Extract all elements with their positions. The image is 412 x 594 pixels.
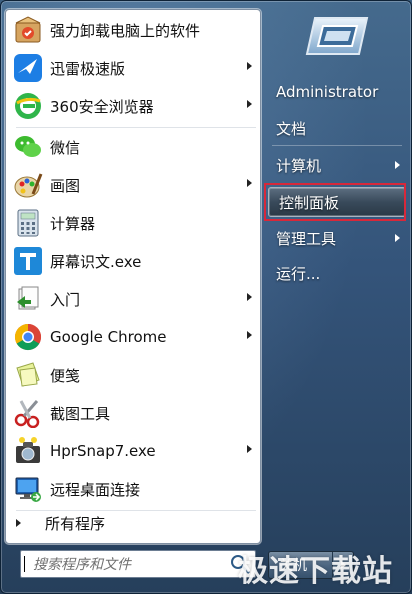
- text-caret: [24, 556, 25, 572]
- menu-item-label: 截图工具: [50, 404, 111, 423]
- 360-browser-icon: [12, 90, 44, 122]
- documents-link[interactable]: 文档: [266, 113, 406, 143]
- menu-item-label: 微信: [50, 138, 81, 157]
- submenu-arrow-icon: [247, 179, 252, 187]
- menu-item-paint[interactable]: 画图: [12, 167, 258, 203]
- thunder-bird-icon: [12, 52, 44, 84]
- scissors-icon: [12, 397, 44, 429]
- user-picture-icon[interactable]: [305, 14, 369, 58]
- right-item-label: 管理工具: [276, 229, 337, 248]
- watermark-text: 极速下载站: [238, 554, 393, 589]
- menu-item-label: HprSnap7.exe: [50, 442, 156, 460]
- all-programs-button[interactable]: 所有程序: [12, 512, 252, 534]
- right-item-label: 运行...: [276, 264, 321, 283]
- menu-item-label: 强力卸载电脑上的软件: [50, 21, 201, 40]
- menu-item-google-chrome[interactable]: Google Chrome: [12, 319, 258, 355]
- expand-arrow-icon: [16, 519, 21, 527]
- run-link[interactable]: 运行...: [266, 258, 406, 288]
- all-programs-label: 所有程序: [45, 514, 106, 533]
- separator: [16, 510, 256, 511]
- menu-item-hprsnap[interactable]: HprSnap7.exe: [12, 433, 258, 469]
- user-name-link[interactable]: Administrator: [266, 77, 406, 107]
- submenu-arrow-icon: [247, 293, 252, 301]
- menu-item-remote-desktop[interactable]: 远程桌面连接: [12, 471, 258, 507]
- camera-icon: [12, 435, 44, 467]
- separator: [272, 145, 402, 146]
- menu-item-snipping-tool[interactable]: 截图工具: [12, 395, 258, 431]
- menu-item-label: 360安全浏览器: [50, 97, 154, 116]
- right-item-label: 计算机: [276, 156, 322, 175]
- submenu-arrow-icon: [247, 62, 252, 70]
- menu-item-label: 计算器: [50, 214, 96, 233]
- programs-list: 强力卸载电脑上的软件 迅雷极速版 360安全浏览器 微信 画图 计算器 屏幕识文…: [5, 9, 261, 544]
- sticky-notes-icon: [12, 359, 44, 391]
- menu-item-label: 便笺: [50, 366, 81, 385]
- menu-item-label: Google Chrome: [50, 328, 167, 346]
- menu-item-label: 迅雷极速版: [50, 59, 126, 78]
- menu-item-calculator[interactable]: 计算器: [12, 205, 258, 241]
- submenu-arrow-icon: [395, 234, 400, 242]
- menu-item-sticky-notes[interactable]: 便笺: [12, 357, 258, 393]
- menu-item-label: 屏幕识文.exe: [50, 252, 142, 271]
- menu-item-uninstaller[interactable]: 强力卸载电脑上的软件: [12, 12, 258, 48]
- menu-item-360-browser[interactable]: 360安全浏览器: [12, 88, 258, 124]
- submenu-arrow-icon: [395, 161, 400, 169]
- right-item-label: 文档: [276, 119, 307, 138]
- separator: [16, 127, 256, 128]
- calculator-icon: [12, 207, 44, 239]
- getting-started-icon: [12, 283, 44, 315]
- menu-item-getting-started[interactable]: 入门: [12, 281, 258, 317]
- menu-item-screen-ocr[interactable]: 屏幕识文.exe: [12, 243, 258, 279]
- menu-item-label: 画图: [50, 176, 81, 195]
- wechat-icon: [12, 131, 44, 163]
- admin-tools-link[interactable]: 管理工具: [266, 223, 406, 253]
- remote-desktop-icon: [12, 473, 44, 505]
- submenu-arrow-icon: [247, 331, 252, 339]
- chrome-icon: [12, 321, 44, 353]
- search-box[interactable]: 搜索程序和文件: [20, 550, 256, 578]
- search-placeholder: 搜索程序和文件: [33, 557, 131, 573]
- paint-palette-icon: [12, 169, 44, 201]
- menu-item-label: 远程桌面连接: [50, 480, 141, 499]
- uninstall-box-icon: [12, 14, 44, 46]
- menu-item-wechat[interactable]: 微信: [12, 129, 258, 165]
- right-item-label: Administrator: [276, 83, 379, 101]
- submenu-arrow-icon: [247, 445, 252, 453]
- menu-item-label: 入门: [50, 290, 81, 309]
- highlight-annotation-box: [264, 183, 406, 221]
- menu-item-thunder[interactable]: 迅雷极速版: [12, 50, 258, 86]
- letter-t-icon: [12, 245, 44, 277]
- submenu-arrow-icon: [247, 100, 252, 108]
- computer-link[interactable]: 计算机: [266, 150, 406, 180]
